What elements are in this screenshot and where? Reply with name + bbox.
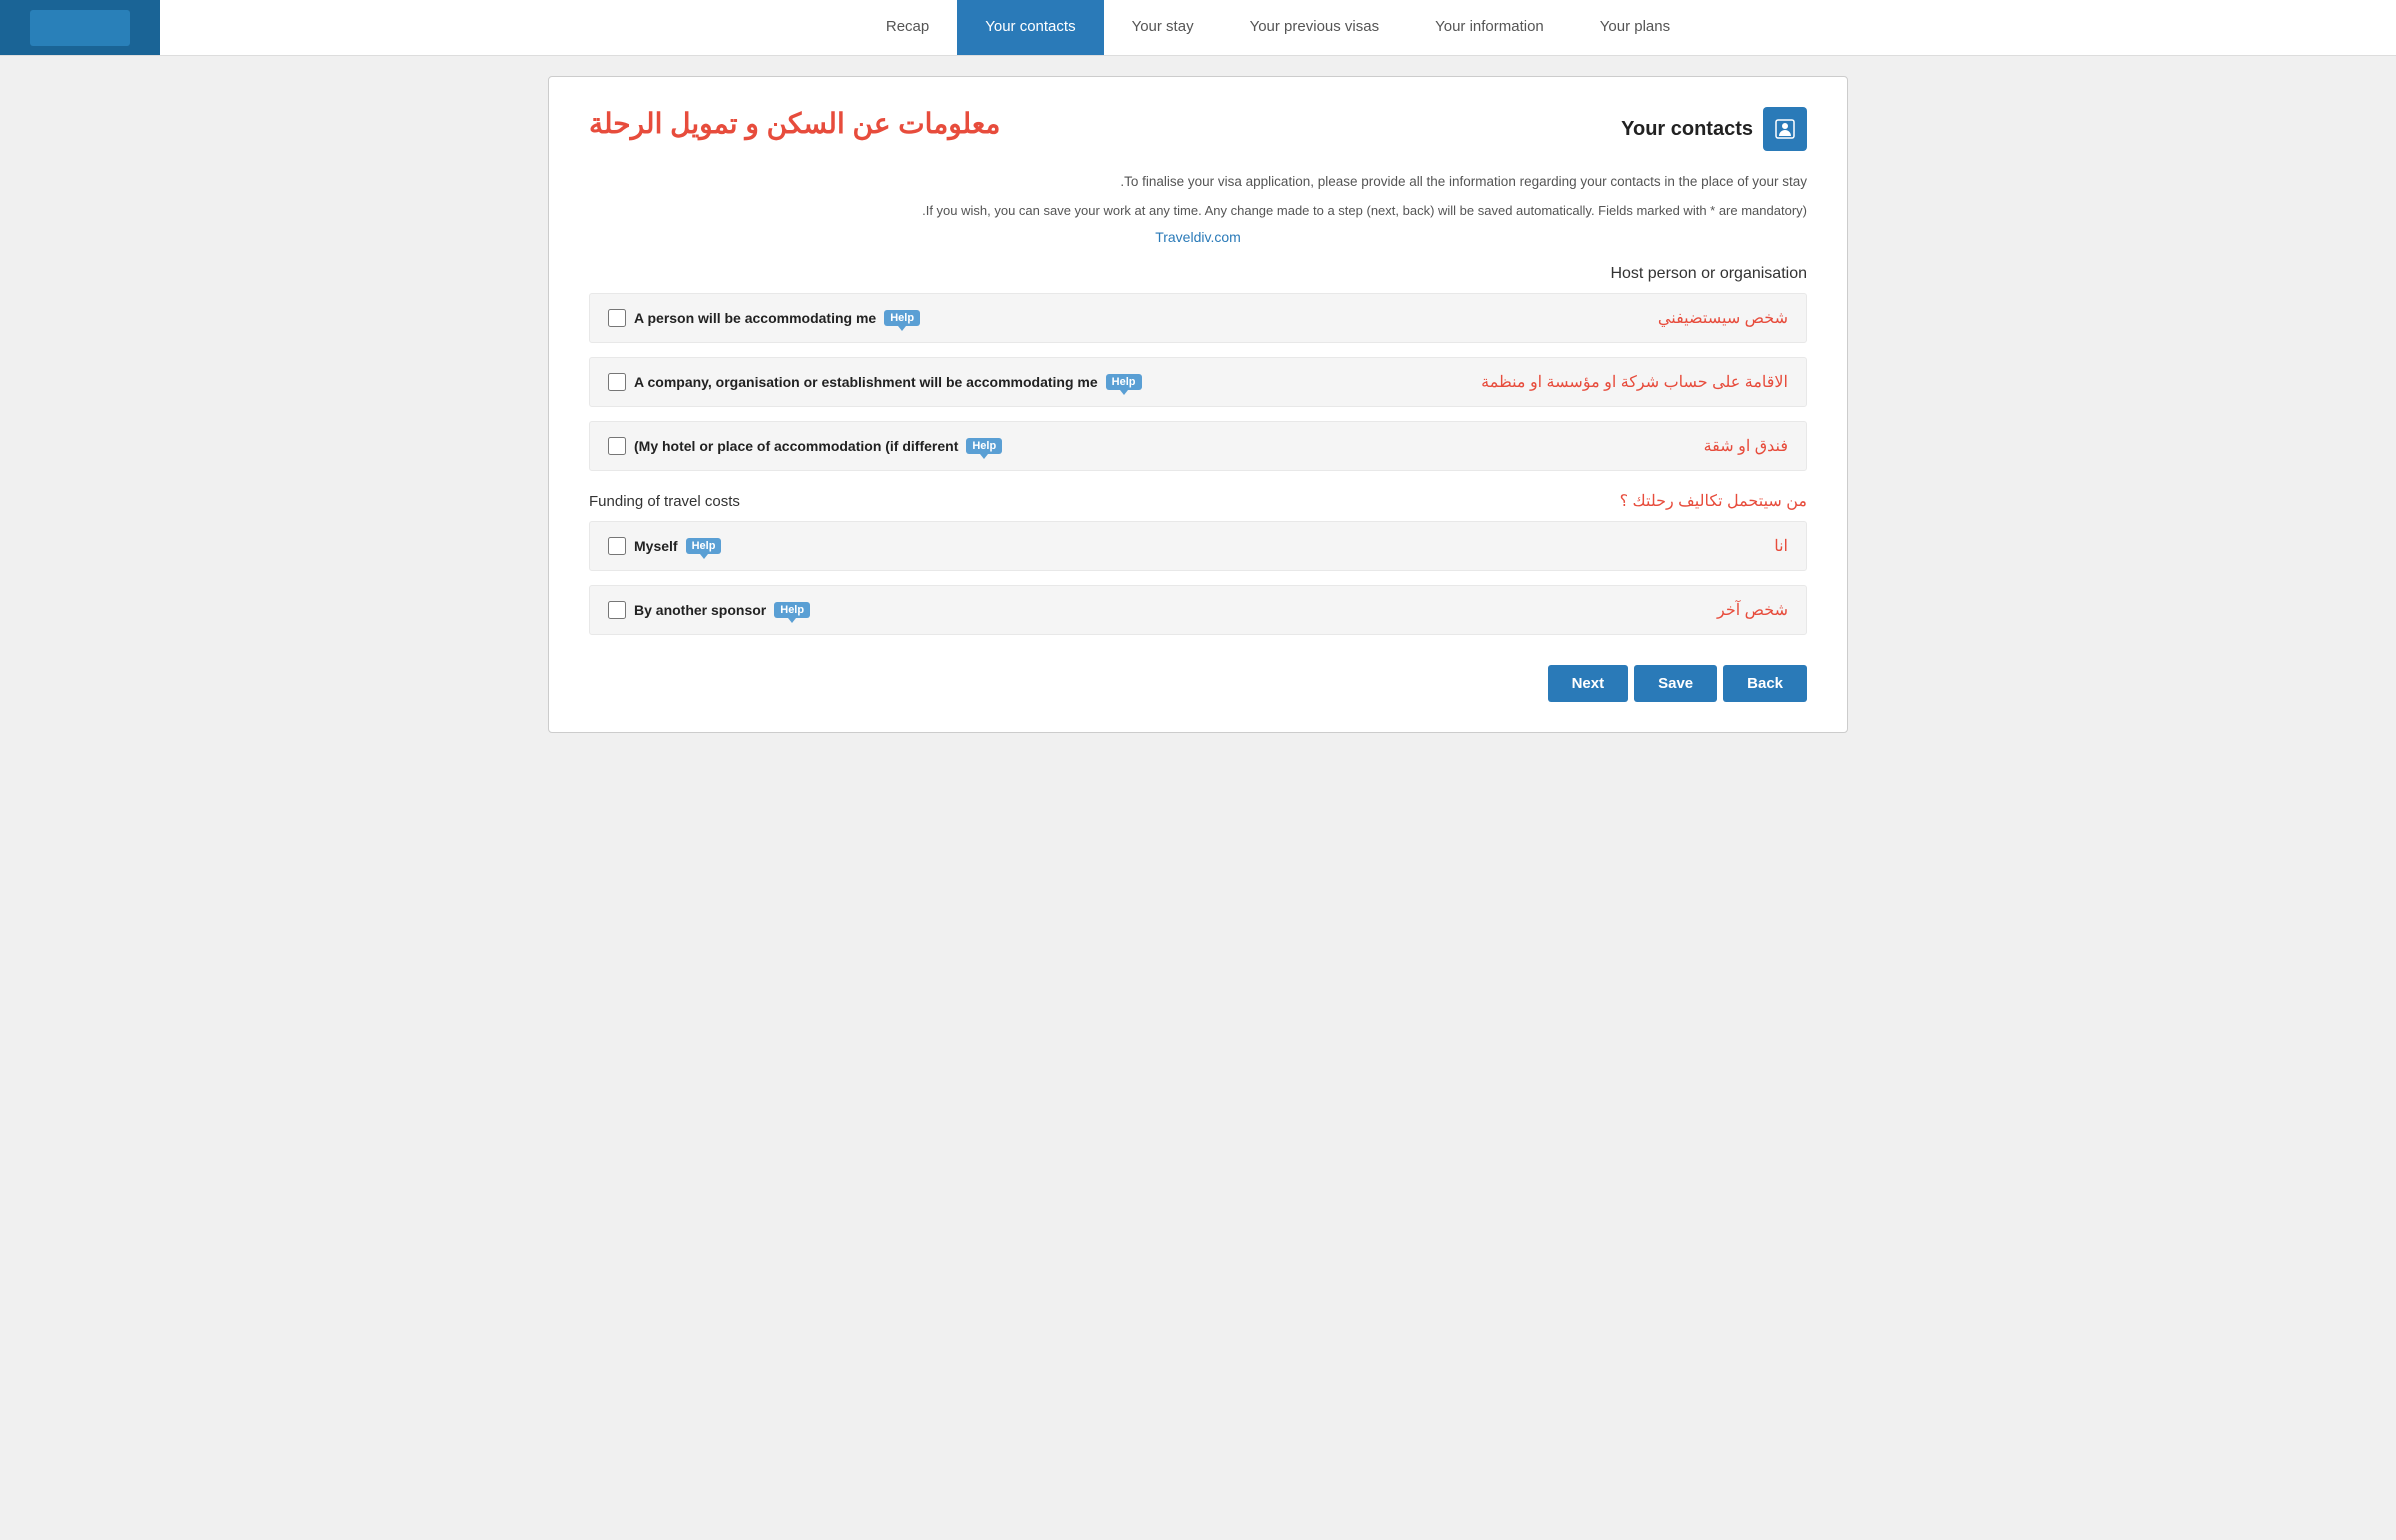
label-ar-another-sponsor: شخص آخر (1717, 600, 1788, 620)
checkbox-myself[interactable] (608, 537, 626, 555)
nav-tab-recap[interactable]: Recap (858, 0, 957, 55)
option-right-hotel-accommodation: فندق او شقة (1704, 436, 1788, 456)
checkbox-company-accommodating[interactable] (608, 373, 626, 391)
checkbox-another-sponsor[interactable] (608, 601, 626, 619)
next-button[interactable]: Next (1548, 665, 1629, 702)
logo-image (30, 10, 130, 46)
label-ar-person-accommodating: شخص سيستضيفني (1658, 308, 1788, 328)
nav-logo (0, 0, 160, 55)
card-header: معلومات عن السكن و تمويل الرحلة Your con… (589, 107, 1807, 151)
help-person-accommodating[interactable]: Help (884, 310, 920, 326)
nav-tab-your-contacts[interactable]: Your contacts (957, 0, 1103, 55)
option-left-hotel-accommodation: (My hotel or place of accommodation (if … (608, 437, 1002, 455)
nav-tab-your-stay[interactable]: Your stay (1104, 0, 1222, 55)
nav-tabs: RecapYour contactsYour stayYour previous… (160, 0, 2396, 55)
label-ar-company-accommodating: الاقامة على حساب شركة او مؤسسة او منظمة (1481, 372, 1788, 392)
save-button[interactable]: Save (1634, 665, 1717, 702)
host-section-heading: Host person or organisation (589, 265, 1807, 283)
nav-tab-your-information[interactable]: Your information (1407, 0, 1572, 55)
page-wrapper: معلومات عن السكن و تمويل الرحلة Your con… (518, 56, 1878, 753)
contacts-icon (1763, 107, 1807, 151)
back-button[interactable]: Back (1723, 665, 1807, 702)
brand-link: Traveldiv.com (589, 229, 1807, 245)
help-company-accommodating[interactable]: Help (1106, 374, 1142, 390)
host-option-hotel-accommodation: (My hotel or place of accommodation (if … (589, 421, 1807, 471)
label-en-person-accommodating: A person will be accommodating me (634, 310, 876, 326)
funding-option-left-another-sponsor: By another sponsor Help (608, 601, 810, 619)
funding-option-right-myself: انا (1774, 536, 1788, 556)
funding-option-left-myself: Myself Help (608, 537, 721, 555)
funding-option-myself: Myself Help انا (589, 521, 1807, 571)
help-myself[interactable]: Help (686, 538, 722, 554)
checkbox-person-accommodating[interactable] (608, 309, 626, 327)
card-section-label: Your contacts (1621, 107, 1807, 151)
option-left-company-accommodating: A company, organisation or establishment… (608, 373, 1142, 391)
help-hotel-accommodation[interactable]: Help (966, 438, 1002, 454)
section-label-text: Your contacts (1621, 118, 1753, 141)
funding-label-ar: من سيتحمل تكاليف رحلتك ؟ (1620, 491, 1807, 511)
help-another-sponsor[interactable]: Help (774, 602, 810, 618)
funding-options-container: Myself Help انا By another sponsor Help … (589, 521, 1807, 635)
host-options-container: A person will be accommodating me Help ش… (589, 293, 1807, 471)
label-en-hotel-accommodation: (My hotel or place of accommodation (if … (634, 438, 958, 454)
info-text: To finalise your visa application, pleas… (589, 171, 1807, 193)
card-title-arabic: معلومات عن السكن و تمويل الرحلة (589, 107, 1000, 140)
label-en-myself: Myself (634, 538, 678, 554)
funding-option-right-another-sponsor: شخص آخر (1717, 600, 1788, 620)
label-en-company-accommodating: A company, organisation or establishment… (634, 374, 1098, 390)
checkbox-hotel-accommodation[interactable] (608, 437, 626, 455)
main-card: معلومات عن السكن و تمويل الرحلة Your con… (548, 76, 1848, 733)
nav-tab-your-previous-visas[interactable]: Your previous visas (1222, 0, 1408, 55)
label-en-another-sponsor: By another sponsor (634, 602, 766, 618)
funding-label-en: Funding of travel costs (589, 493, 740, 510)
host-option-company-accommodating: A company, organisation or establishment… (589, 357, 1807, 407)
save-note: (If you wish, you can save your work at … (589, 201, 1807, 222)
host-option-person-accommodating: A person will be accommodating me Help ش… (589, 293, 1807, 343)
option-right-company-accommodating: الاقامة على حساب شركة او مؤسسة او منظمة (1481, 372, 1788, 392)
nav-tab-your-plans[interactable]: Your plans (1572, 0, 1698, 55)
funding-option-another-sponsor: By another sponsor Help شخص آخر (589, 585, 1807, 635)
funding-section-heading: Funding of travel costs من سيتحمل تكاليف… (589, 491, 1807, 511)
nav-bar: RecapYour contactsYour stayYour previous… (0, 0, 2396, 56)
label-ar-myself: انا (1774, 536, 1788, 556)
option-left-person-accommodating: A person will be accommodating me Help (608, 309, 920, 327)
option-right-person-accommodating: شخص سيستضيفني (1658, 308, 1788, 328)
bottom-actions: Next Save Back (589, 665, 1807, 702)
label-ar-hotel-accommodation: فندق او شقة (1704, 436, 1788, 456)
